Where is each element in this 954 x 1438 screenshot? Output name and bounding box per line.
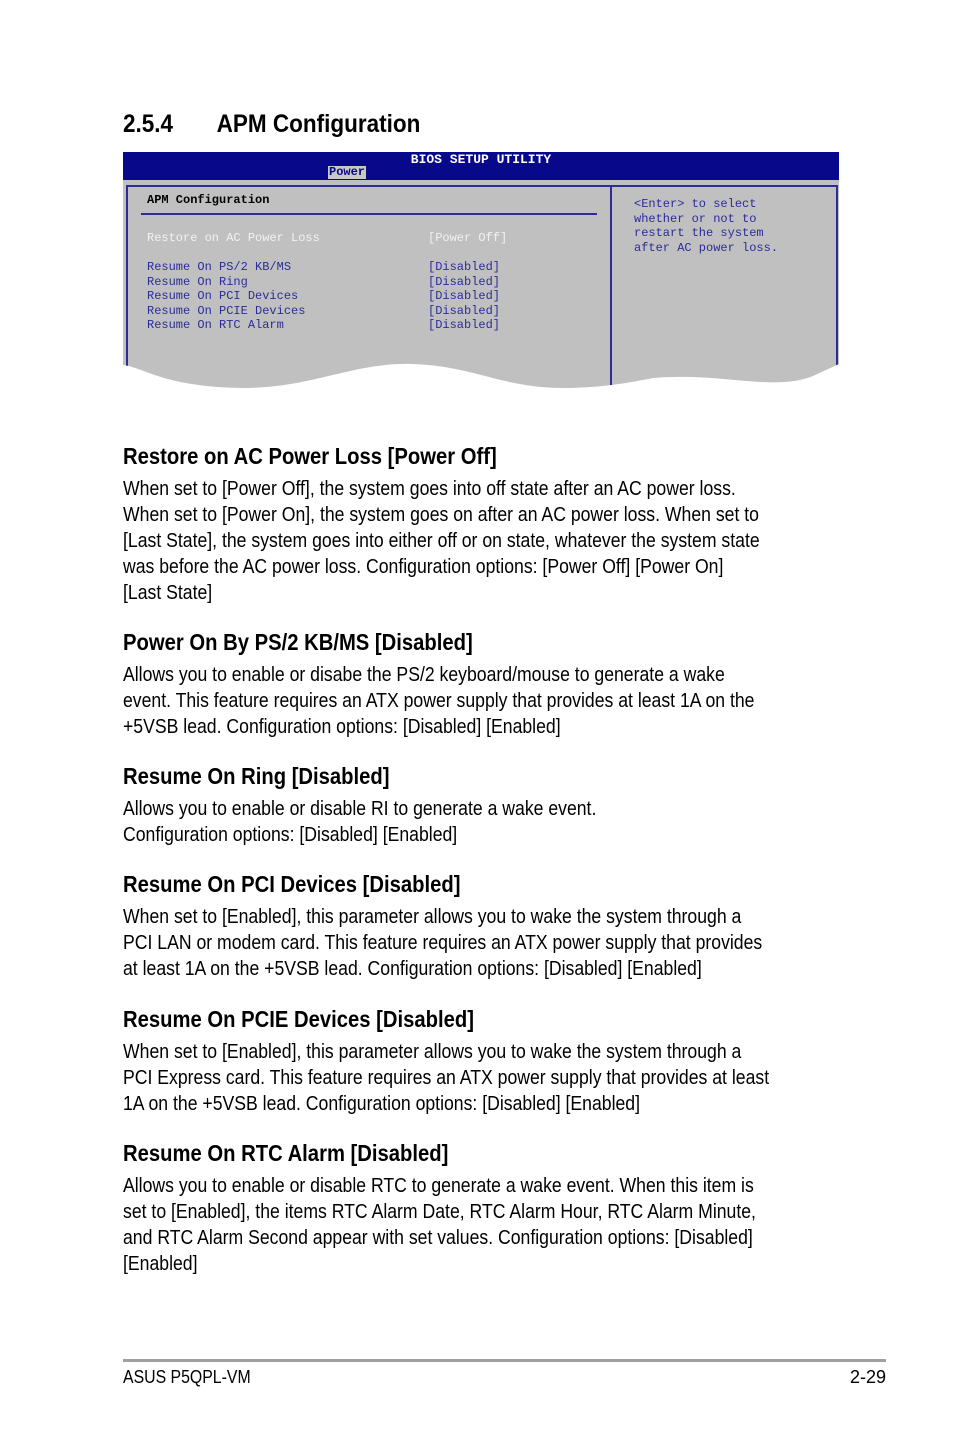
section-heading: Resume On PCI Devices [Disabled] [123, 871, 866, 905]
setting-section: Resume On PCI Devices [Disabled] When set… [123, 871, 866, 983]
body-line: Allows you to enable or disabe the PS/2 … [123, 663, 857, 689]
setting-section: Restore on AC Power Loss [Power Off] When… [123, 443, 863, 607]
body-text: [Enabled] [123, 1252, 198, 1275]
body-text: PCI Express card. This feature requires … [123, 1066, 770, 1089]
body-text: event. This feature requires an ATX powe… [123, 689, 755, 712]
body-text: When set to [Power Off], the system goes… [123, 477, 736, 500]
body-line: at least 1A on the +5VSB lead. Configura… [123, 957, 866, 983]
section-heading: Power On By PS/2 KB/MS [Disabled] [123, 629, 857, 663]
body-line: +5VSB lead. Configuration options: [Disa… [123, 715, 857, 741]
body-line: PCI Express card. This feature requires … [123, 1066, 874, 1092]
body-line: Allows you to enable or disable RI to ge… [123, 797, 673, 823]
body-text: Allows you to enable or disabe the PS/2 … [123, 663, 725, 686]
section-heading-text: Power On By PS/2 KB/MS [Disabled] [123, 629, 473, 655]
section-heading: Resume On PCIE Devices [Disabled] [123, 1006, 874, 1040]
torn-edge [123, 363, 839, 392]
body-text: Configuration options: [Disabled] [Enabl… [123, 823, 458, 846]
body-text: 1A on the +5VSB lead. Configuration opti… [123, 1092, 641, 1115]
body-text: [Last State], the system goes into eithe… [123, 529, 760, 552]
body-line: Configuration options: [Disabled] [Enabl… [123, 823, 673, 849]
section-heading-text: Resume On Ring [Disabled] [123, 763, 390, 789]
body-text: Allows you to enable or disable RI to ge… [123, 797, 597, 820]
body-text: +5VSB lead. Configuration options: [Disa… [123, 715, 561, 738]
body-text: When set to [Power On], the system goes … [123, 503, 759, 526]
body-text: [Last State] [123, 581, 213, 604]
section-heading: Resume On Ring [Disabled] [123, 763, 673, 797]
body-text: at least 1A on the +5VSB lead. Configura… [123, 957, 702, 980]
manual-page: 2.5.4 APM Configuration BIOS SETUP UTILIT… [0, 0, 954, 1438]
body-line: When set to [Enabled], this parameter al… [123, 905, 866, 931]
section-heading: Resume On RTC Alarm [Disabled] [123, 1140, 859, 1174]
body-line: event. This feature requires an ATX powe… [123, 689, 857, 715]
body-line: was before the AC power loss. Configurat… [123, 555, 863, 581]
page-title: 2.5.4 APM Configuration [123, 110, 421, 138]
body-line: PCI LAN or modem card. This feature requ… [123, 931, 866, 957]
body-line: [Enabled] [123, 1252, 859, 1278]
body-text: was before the AC power loss. Configurat… [123, 555, 724, 578]
setting-section: Power On By PS/2 KB/MS [Disabled] Allows … [123, 629, 857, 741]
body-line: When set to [Enabled], this parameter al… [123, 1040, 874, 1066]
section-heading-text: Resume On RTC Alarm [Disabled] [123, 1140, 449, 1166]
body-line: When set to [Power On], the system goes … [123, 503, 863, 529]
setting-section: Resume On Ring [Disabled] Allows you to e… [123, 763, 673, 849]
body-line: Allows you to enable or disable RTC to g… [123, 1174, 859, 1200]
section-heading-text: Restore on AC Power Loss [Power Off] [123, 443, 497, 469]
body-text: Allows you to enable or disable RTC to g… [123, 1174, 754, 1197]
setting-section: Resume On PCIE Devices [Disabled] When se… [123, 1006, 874, 1118]
body-line: [Last State], the system goes into eithe… [123, 529, 863, 555]
section-heading: Restore on AC Power Loss [Power Off] [123, 443, 863, 477]
footer-divider [123, 1359, 886, 1362]
footer-page-number: 2-29 [849, 1367, 886, 1387]
body-line: When set to [Power Off], the system goes… [123, 477, 863, 503]
section-heading-text: Resume On PCIE Devices [Disabled] [123, 1006, 474, 1032]
section-heading-text: Resume On PCI Devices [Disabled] [123, 871, 461, 897]
body-line: and RTC Alarm Second appear with set val… [123, 1226, 859, 1252]
bios-screenshot: BIOS SETUP UTILITY Power APM Configurati… [123, 152, 839, 392]
body-line: set to [Enabled], the items RTC Alarm Da… [123, 1200, 859, 1226]
body-line: 1A on the +5VSB lead. Configuration opti… [123, 1092, 874, 1118]
setting-section: Resume On RTC Alarm [Disabled] Allows you… [123, 1140, 859, 1278]
body-text: and RTC Alarm Second appear with set val… [123, 1226, 753, 1249]
body-line: [Last State] [123, 581, 863, 607]
footer-product: ASUS P5QPL-VM [123, 1367, 251, 1387]
body-text: set to [Enabled], the items RTC Alarm Da… [123, 1200, 756, 1223]
body-text: PCI LAN or modem card. This feature requ… [123, 931, 763, 954]
body-text: When set to [Enabled], this parameter al… [123, 905, 742, 928]
body-text: When set to [Enabled], this parameter al… [123, 1040, 742, 1063]
